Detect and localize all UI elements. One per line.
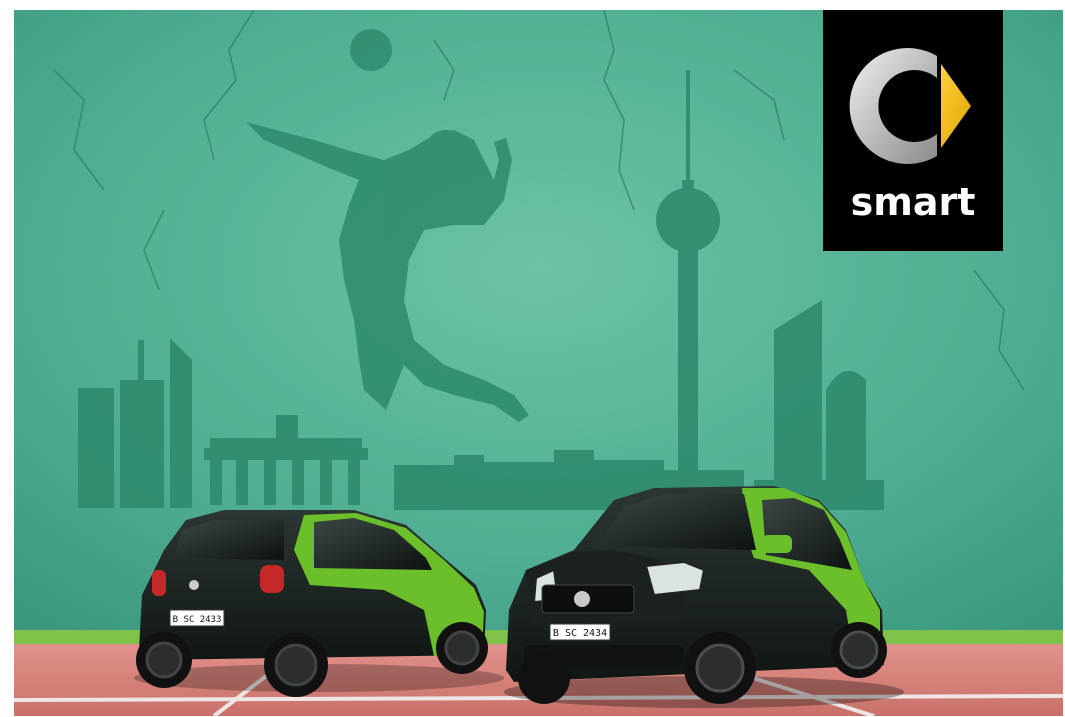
ad-image: B SC 2433 B SC 2434 smart xyxy=(14,10,1063,716)
smart-wordmark: smart xyxy=(851,180,976,224)
smart-logo-mark: smart xyxy=(849,48,976,224)
smart-logo: smart xyxy=(823,10,1003,251)
fortwo-front-left-wheel xyxy=(518,652,570,704)
fortwo-plate-text: B SC 2434 xyxy=(553,628,607,639)
forfour-plate-text: B SC 2433 xyxy=(173,615,222,625)
volleyball-silhouette xyxy=(350,29,392,71)
